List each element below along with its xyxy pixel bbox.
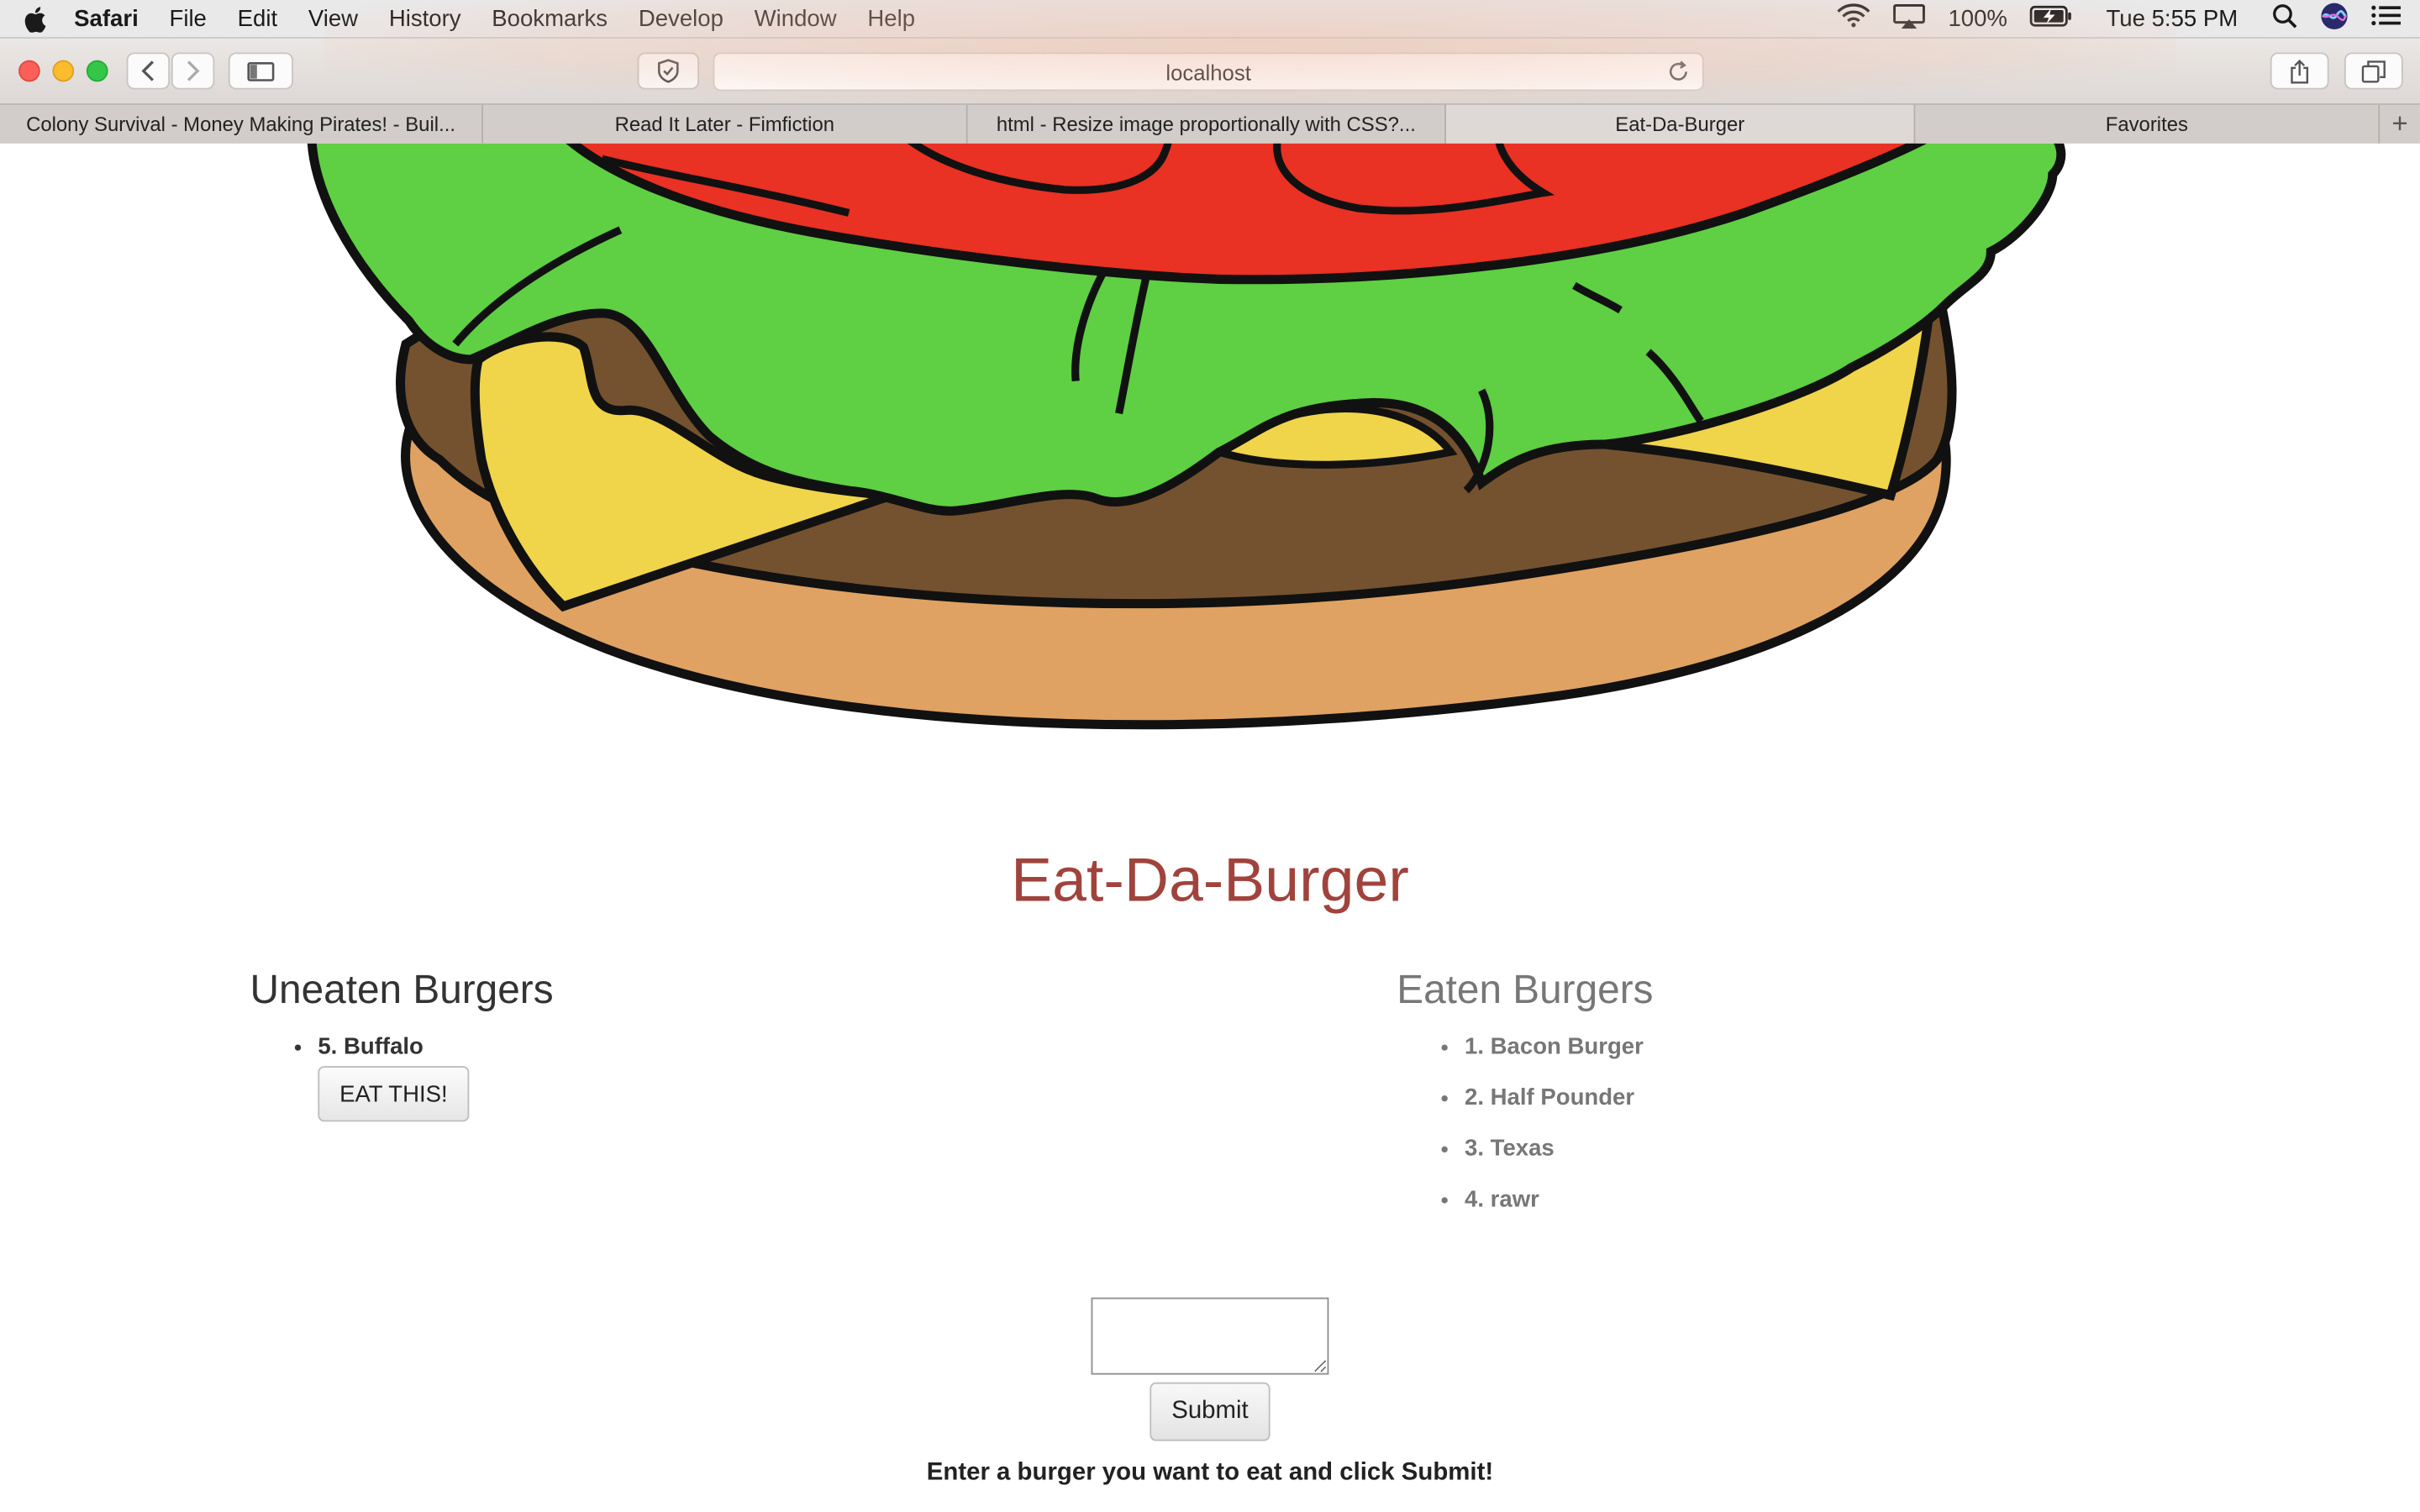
menu-develop[interactable]: Develop	[623, 5, 739, 31]
share-button[interactable]	[2270, 52, 2329, 90]
menu-view[interactable]: View	[292, 5, 373, 31]
uneaten-burgers-heading: Uneaten Burgers	[250, 965, 554, 1012]
tab-resize-image[interactable]: html - Resize image proportionally with …	[968, 104, 1446, 144]
back-button[interactable]	[126, 52, 171, 90]
wifi-icon[interactable]	[1837, 3, 1870, 34]
burger-name: 5. Buffalo	[318, 1033, 424, 1060]
submit-button[interactable]: Submit	[1150, 1382, 1270, 1441]
tabs-overview-icon	[2361, 60, 2386, 82]
tab-eat-da-burger[interactable]: Eat-Da-Burger	[1445, 104, 1916, 144]
menu-bookmarks[interactable]: Bookmarks	[476, 5, 623, 31]
tab-bar: Colony Survival - Money Making Pirates! …	[0, 103, 2420, 145]
tab-label: Read It Later - Fimfiction	[614, 113, 835, 136]
reload-icon[interactable]	[1667, 60, 1691, 88]
uneaten-burgers-section: Uneaten Burgers 5. Buffalo EAT THIS!	[250, 966, 554, 1142]
close-window-button[interactable]	[18, 60, 40, 82]
clock[interactable]: Tue 5:55 PM	[2106, 5, 2238, 31]
notification-center-icon[interactable]	[2370, 3, 2402, 34]
address-bar[interactable]: localhost	[713, 52, 1704, 92]
window-controls	[18, 60, 108, 82]
url-text: localhost	[1165, 59, 1251, 85]
menu-window[interactable]: Window	[739, 5, 852, 31]
eaten-burgers-heading: Eaten Burgers	[1397, 965, 1654, 1012]
apple-menu-icon[interactable]	[0, 5, 68, 32]
uneaten-burger-list: 5. Buffalo EAT THIS!	[250, 1032, 554, 1122]
burger-name-input[interactable]	[1091, 1297, 1329, 1375]
minimize-window-button[interactable]	[52, 60, 75, 82]
add-burger-form: Submit Enter a burger you want to eat an…	[0, 1297, 2420, 1488]
menu-history[interactable]: History	[373, 5, 476, 31]
list-item: 1. Bacon Burger	[1465, 1032, 1653, 1063]
tab-read-it-later[interactable]: Read It Later - Fimfiction	[483, 104, 968, 144]
tab-label: Eat-Da-Burger	[1615, 113, 1745, 136]
web-content: Eat-Da-Burger Uneaten Burgers 5. Buffalo…	[0, 143, 2420, 1512]
chevron-right-icon	[187, 60, 200, 81]
eat-this-button[interactable]: EAT THIS!	[318, 1066, 470, 1122]
forward-button[interactable]	[171, 52, 215, 90]
sidebar-icon	[247, 61, 275, 81]
menu-help[interactable]: Help	[852, 5, 930, 31]
menu-file[interactable]: File	[154, 5, 222, 31]
list-item: 5. Buffalo EAT THIS!	[318, 1032, 553, 1122]
menu-edit[interactable]: Edit	[222, 5, 292, 31]
shield-icon	[657, 59, 679, 83]
battery-percent: 100%	[1948, 5, 2007, 32]
battery-icon[interactable]	[2029, 4, 2072, 34]
tab-overview-button[interactable]	[2344, 52, 2403, 90]
burger-image	[307, 143, 2066, 730]
page-title: Eat-Da-Burger	[1011, 847, 1409, 916]
list-item: 2. Half Pounder	[1465, 1083, 1653, 1114]
tab-label: Colony Survival - Money Making Pirates! …	[26, 113, 455, 136]
browser-toolbar: localhost	[0, 38, 2420, 104]
list-item: 4. rawr	[1465, 1185, 1653, 1216]
share-icon	[2291, 58, 2309, 83]
zoom-window-button[interactable]	[86, 60, 108, 82]
siri-icon[interactable]	[2320, 1, 2349, 36]
new-tab-button[interactable]: +	[2380, 105, 2420, 144]
spotlight-search-icon[interactable]	[2272, 3, 2298, 35]
sidebar-toggle-button[interactable]	[228, 52, 293, 90]
tab-label: html - Resize image proportionally with …	[996, 113, 1416, 136]
menu-app-name[interactable]: Safari	[68, 5, 154, 31]
eaten-burgers-section: Eaten Burgers 1. Bacon Burger 2. Half Po…	[1397, 966, 1653, 1236]
list-item: 3. Texas	[1465, 1134, 1653, 1165]
chevron-left-icon	[141, 60, 155, 81]
eaten-burger-list: 1. Bacon Burger 2. Half Pounder 3. Texas…	[1397, 1032, 1653, 1216]
tab-colony-survival[interactable]: Colony Survival - Money Making Pirates! …	[0, 104, 483, 144]
status-area: 100% Tue 5:55 PM	[1837, 0, 2402, 37]
form-hint: Enter a burger you want to eat and click…	[926, 1459, 1494, 1486]
menu-bar: Safari File Edit View History Bookmarks …	[0, 0, 2420, 39]
tab-label: Favorites	[2105, 113, 2188, 136]
privacy-report-button[interactable]	[637, 52, 700, 90]
airplay-icon[interactable]	[1892, 3, 1926, 35]
tab-favorites[interactable]: Favorites	[1915, 104, 2381, 144]
